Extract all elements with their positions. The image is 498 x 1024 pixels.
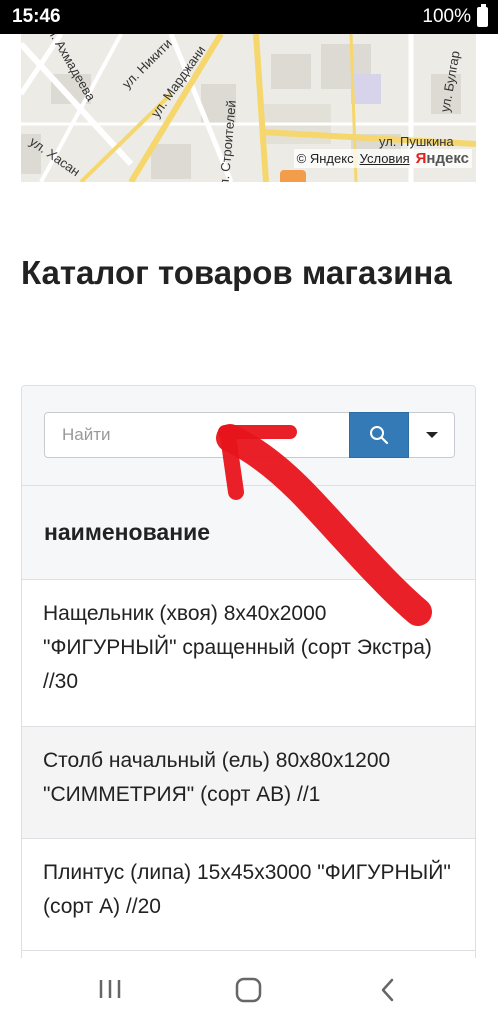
battery-indicator: 100% bbox=[422, 4, 488, 28]
catalog-table-card: наименование Нащельник (хвоя) 8х40х2000 … bbox=[21, 385, 476, 985]
status-time: 15:46 bbox=[12, 6, 61, 27]
search-icon bbox=[370, 426, 389, 445]
yandex-logo: Яндекс bbox=[415, 150, 469, 167]
recent-apps-button[interactable] bbox=[96, 976, 124, 1002]
back-icon bbox=[381, 978, 394, 1002]
map-street-label: ул. Пушкина bbox=[379, 134, 454, 149]
map-attribution: © Яндекс Условия Яндекс bbox=[293, 149, 472, 168]
column-header-name[interactable]: наименование bbox=[22, 486, 475, 580]
search-button[interactable] bbox=[349, 412, 409, 458]
home-button[interactable] bbox=[234, 976, 264, 1004]
battery-percent: 100% bbox=[422, 6, 471, 27]
map-marker-icon[interactable] bbox=[280, 170, 306, 182]
search-options-dropdown[interactable] bbox=[409, 412, 455, 458]
map-terms-link[interactable]: Условия bbox=[360, 151, 410, 166]
recent-apps-icon bbox=[99, 980, 121, 998]
caret-down-icon bbox=[425, 432, 438, 438]
table-row[interactable]: Плинтус (липа) 15х45х3000 "ФИГУРНЫЙ" (со… bbox=[22, 839, 475, 951]
page-title: Каталог товаров магазина bbox=[21, 254, 452, 291]
battery-icon bbox=[477, 4, 488, 27]
system-navigation-bar bbox=[0, 958, 498, 1024]
back-button[interactable] bbox=[376, 976, 400, 1004]
table-row[interactable]: Нащельник (хвоя) 8х40х2000 "ФИГУРНЫЙ" ср… bbox=[22, 580, 475, 727]
map-copyright: © Яндекс bbox=[296, 151, 354, 166]
map-widget[interactable]: ул. Ахмадеева ул. Никити ул. Марджани ул… bbox=[21, 34, 476, 182]
search-input[interactable] bbox=[44, 412, 350, 458]
table-row[interactable]: Столб начальный (ель) 80х80х1200 "СИММЕТ… bbox=[22, 727, 475, 839]
table-body: Нащельник (хвоя) 8х40х2000 "ФИГУРНЫЙ" ср… bbox=[22, 580, 475, 951]
home-icon bbox=[235, 977, 262, 1003]
status-bar: 15:46 100% bbox=[0, 0, 498, 34]
table-toolbar bbox=[22, 386, 475, 486]
